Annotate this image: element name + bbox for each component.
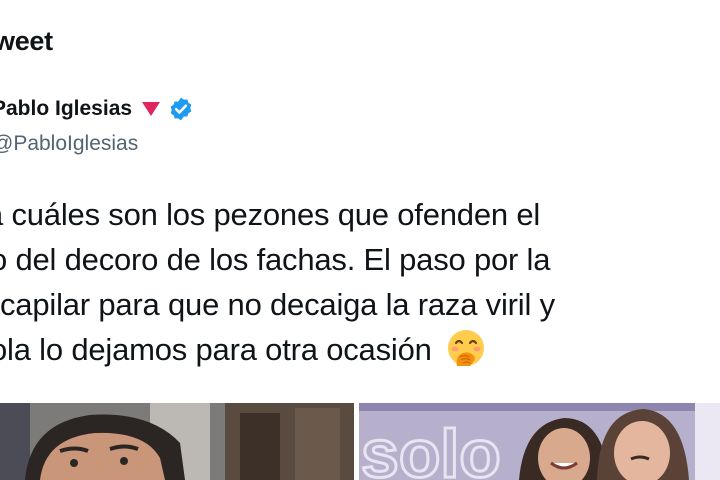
author-handle[interactable]: @PabloIglesias — [0, 132, 138, 156]
media-grid[interactable]: solo — [0, 403, 720, 480]
tweet-line: ola lo dejamos para otra ocasión — [0, 327, 720, 372]
tweet-text: a cuáles son los pezones que ofenden el … — [0, 192, 720, 372]
tweet-line: o del decoro de los fachas. El paso por … — [0, 242, 551, 277]
tweet-line: a cuáles son los pezones que ofenden el — [0, 197, 541, 232]
verified-badge-icon — [170, 97, 192, 121]
header-title: weet — [0, 26, 53, 56]
tweet-line: capilar para que no decaiga la raza viri… — [0, 287, 555, 322]
author-row[interactable]: Pablo Iglesias — [0, 96, 194, 122]
red-triangle-icon — [142, 102, 161, 116]
tweet-line-text: ola lo dejamos para otra ocasión — [0, 332, 432, 367]
women-photo-image: solo — [359, 403, 720, 480]
face-with-hand-over-mouth-icon — [448, 330, 485, 366]
man-photo-image — [0, 403, 354, 480]
media-photo-left[interactable] — [0, 403, 354, 480]
background-sign-text: solo — [361, 416, 501, 480]
media-photo-right[interactable]: solo — [359, 403, 720, 480]
author-name[interactable]: Pablo Iglesias — [0, 97, 132, 121]
